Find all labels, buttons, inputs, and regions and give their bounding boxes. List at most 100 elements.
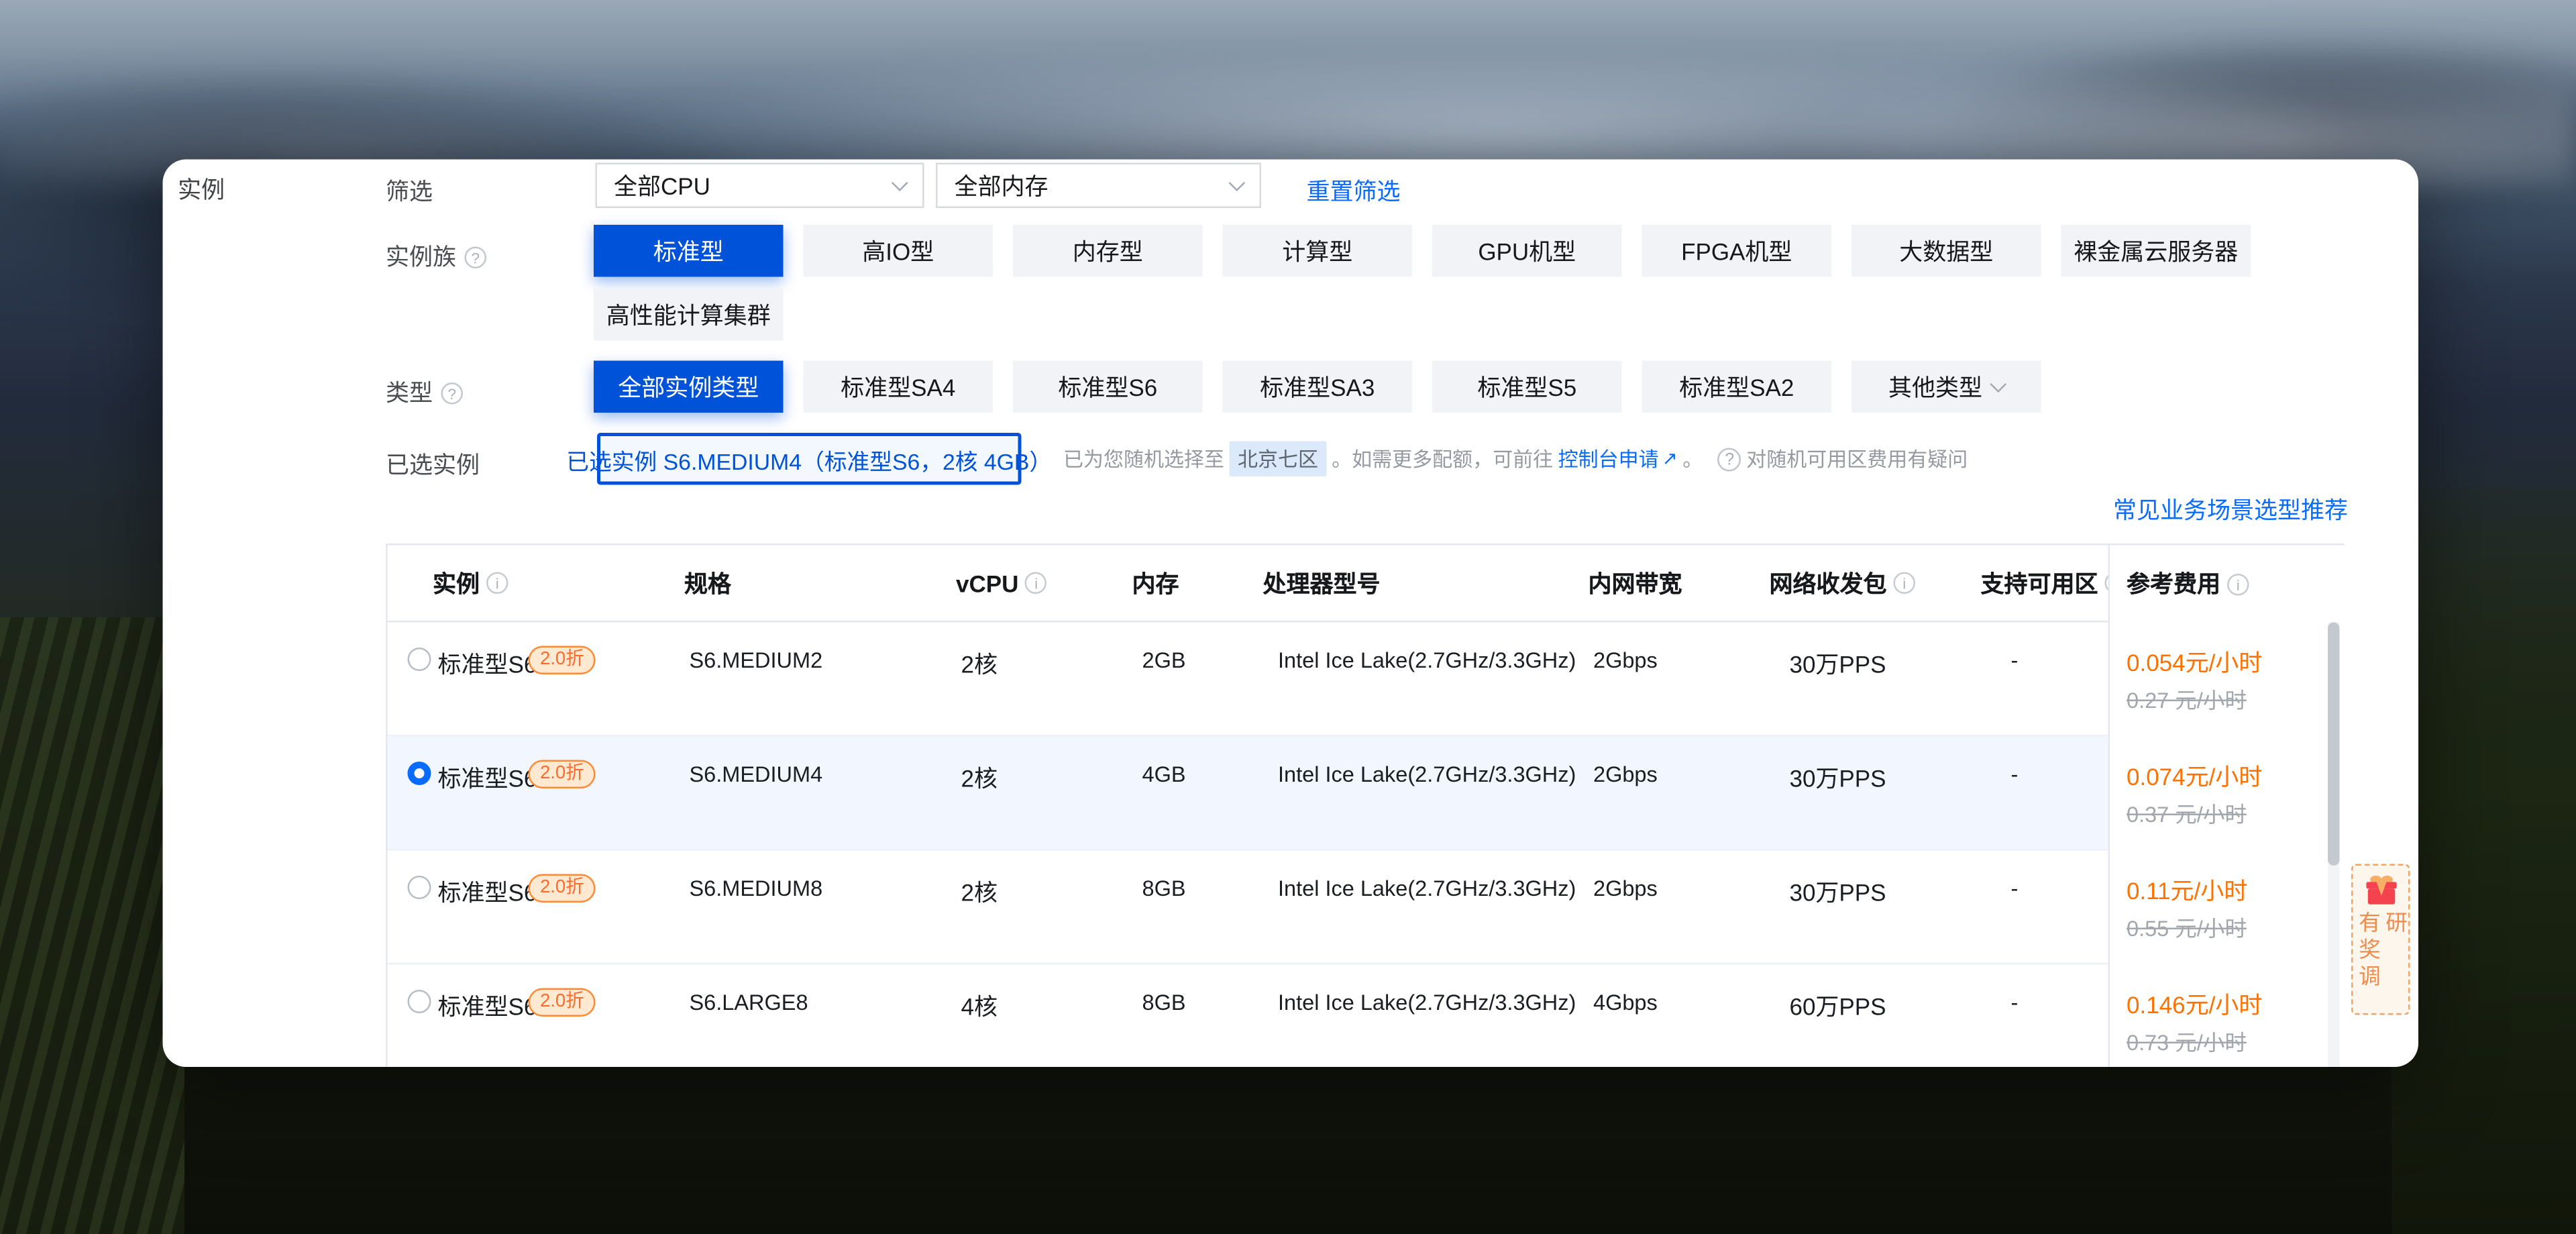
console-apply-link[interactable]: 控制台申请 bbox=[1558, 445, 1678, 474]
family-btn-compute[interactable]: 计算型 bbox=[1223, 225, 1413, 277]
col-header-pps: 网络收发包 bbox=[1770, 566, 1916, 600]
row-memory: 8GB bbox=[1142, 990, 1186, 1015]
selected-instance-label: 已选实例 bbox=[386, 448, 480, 482]
table-row[interactable]: 标准型S6 2.0折 S6.LARGE8 4核 8GB Intel Ice La… bbox=[388, 965, 2343, 1068]
row-radio[interactable] bbox=[408, 990, 431, 1013]
type-btn-s6[interactable]: 标准型S6 bbox=[1013, 361, 1203, 413]
type-btn-sa3[interactable]: 标准型SA3 bbox=[1223, 361, 1413, 413]
row-zone: - bbox=[2011, 990, 2019, 1015]
type-btn-other[interactable]: 其他类型 bbox=[1851, 361, 2041, 413]
row-spec: S6.LARGE8 bbox=[690, 990, 808, 1015]
family-btn-gpu[interactable]: GPU机型 bbox=[1432, 225, 1622, 277]
filter-label: 筛选 bbox=[386, 174, 433, 208]
discount-badge: 2.0折 bbox=[529, 988, 596, 1017]
row-radio-selected[interactable] bbox=[408, 762, 431, 785]
scrollbar-thumb[interactable] bbox=[2328, 623, 2340, 866]
price-original: 0.55 元/小时 bbox=[2127, 911, 2247, 943]
row-memory: 8GB bbox=[1142, 876, 1186, 901]
info-icon[interactable] bbox=[1025, 572, 1047, 595]
help-icon[interactable] bbox=[441, 382, 464, 404]
instance-selection-panel: 实例 筛选 全部CPU 全部内存 重置筛选 实例族 标准型 高IO型 内存型 计… bbox=[163, 160, 2419, 1068]
wallpaper-vineyard bbox=[0, 617, 184, 1234]
chevron-down-icon bbox=[1228, 174, 1245, 191]
row-bandwidth: 2Gbps bbox=[1593, 762, 1658, 787]
col-header-bandwidth: 内网带宽 bbox=[1589, 566, 1682, 600]
row-bandwidth: 2Gbps bbox=[1593, 876, 1658, 901]
row-vcpu: 4核 bbox=[961, 990, 998, 1023]
row-spec: S6.MEDIUM8 bbox=[690, 876, 823, 901]
memory-filter-select[interactable]: 全部内存 bbox=[936, 163, 1261, 209]
price-cell: 0.054元/小时 0.27 元/小时 bbox=[2127, 623, 2328, 737]
row-memory: 4GB bbox=[1142, 762, 1186, 787]
row-processor: Intel Ice Lake(2.7GHz/3.3GHz) bbox=[1278, 648, 1576, 673]
row-zone: - bbox=[2011, 648, 2019, 673]
family-btn-memory[interactable]: 内存型 bbox=[1013, 225, 1203, 277]
family-btn-standard[interactable]: 标准型 bbox=[594, 225, 784, 277]
row-zone: - bbox=[2011, 762, 2019, 787]
table-row-selected[interactable]: 标准型S6 2.0折 S6.MEDIUM4 2核 4GB Intel Ice L… bbox=[388, 737, 2343, 851]
question-icon[interactable] bbox=[1718, 447, 1741, 470]
scenario-recommend-link[interactable]: 常见业务场景选型推荐 bbox=[2113, 493, 2348, 527]
family-btn-fpga[interactable]: FPGA机型 bbox=[1642, 225, 1832, 277]
survey-label: 有奖调研 bbox=[2354, 911, 2408, 1013]
chevron-down-icon bbox=[1990, 376, 2006, 393]
row-name: 标准型S6 bbox=[438, 648, 537, 681]
family-btn-baremetal[interactable]: 裸金属云服务器 bbox=[2061, 225, 2251, 277]
survey-tab[interactable]: 有奖调研 bbox=[2351, 864, 2410, 1015]
col-header-spec: 规格 bbox=[684, 566, 731, 600]
price-cell: 0.074元/小时 0.37 元/小时 bbox=[2127, 737, 2328, 851]
row-bandwidth: 4Gbps bbox=[1593, 990, 1658, 1015]
type-btn-all[interactable]: 全部实例类型 bbox=[594, 361, 784, 413]
help-icon[interactable] bbox=[465, 246, 487, 268]
row-processor: Intel Ice Lake(2.7GHz/3.3GHz) bbox=[1278, 990, 1576, 1015]
price-original: 0.27 元/小时 bbox=[2127, 683, 2247, 715]
row-memory: 2GB bbox=[1142, 648, 1186, 673]
discount-badge: 2.0折 bbox=[529, 646, 596, 675]
price-original: 0.37 元/小时 bbox=[2127, 797, 2247, 829]
type-btn-s5[interactable]: 标准型S5 bbox=[1432, 361, 1622, 413]
info-icon[interactable] bbox=[2227, 573, 2249, 595]
row-name: 标准型S6 bbox=[438, 876, 537, 909]
reset-filters-link[interactable]: 重置筛选 bbox=[1307, 174, 1401, 208]
col-header-instance: 实例 bbox=[433, 566, 508, 600]
zone-chip[interactable]: 北京七区 bbox=[1230, 442, 1327, 477]
family-btn-hpc[interactable]: 高性能计算集群 bbox=[594, 289, 784, 341]
col-header-price: 参考费用 bbox=[2127, 567, 2249, 601]
gift-icon bbox=[2362, 874, 2399, 907]
row-name: 标准型S6 bbox=[438, 990, 537, 1023]
family-btn-bigdata[interactable]: 大数据型 bbox=[1851, 225, 2041, 277]
note-middle: 。如需更多配额，可前往 bbox=[1332, 445, 1553, 474]
discount-badge: 2.0折 bbox=[529, 760, 596, 789]
info-icon[interactable] bbox=[486, 572, 508, 595]
col-header-vcpu: vCPU bbox=[956, 570, 1047, 597]
table-row[interactable]: 标准型S6 2.0折 S6.MEDIUM8 2核 8GB Intel Ice L… bbox=[388, 851, 2343, 965]
table-scrollbar[interactable] bbox=[2328, 623, 2340, 1068]
row-vcpu: 2核 bbox=[961, 648, 998, 681]
desktop: 实例 筛选 全部CPU 全部内存 重置筛选 实例族 标准型 高IO型 内存型 计… bbox=[0, 0, 2576, 1234]
row-spec: S6.MEDIUM2 bbox=[690, 648, 823, 673]
row-bandwidth: 2Gbps bbox=[1593, 648, 1658, 673]
family-label: 实例族 bbox=[386, 240, 456, 274]
price-column: 参考费用 0.054元/小时 0.27 元/小时 0.074元/小时 0.37 … bbox=[2108, 546, 2347, 1068]
selected-instance-note: 已为您随机选择至 北京七区 。如需更多配额，可前往 控制台申请 。 对随机可用区… bbox=[1063, 433, 1968, 485]
selected-instance-box[interactable]: 已选实例 S6.MEDIUM4（标准型S6，2核 4GB） bbox=[597, 433, 1022, 485]
type-btn-sa4[interactable]: 标准型SA4 bbox=[804, 361, 994, 413]
row-zone: - bbox=[2011, 876, 2019, 901]
price-original: 0.73 元/小时 bbox=[2127, 1025, 2247, 1058]
type-btn-sa2[interactable]: 标准型SA2 bbox=[1642, 361, 1832, 413]
info-icon[interactable] bbox=[1894, 572, 1916, 595]
row-radio[interactable] bbox=[408, 876, 431, 899]
table-row[interactable]: 标准型S6 2.0折 S6.MEDIUM2 2核 2GB Intel Ice L… bbox=[388, 623, 2343, 737]
row-pps: 30万PPS bbox=[1790, 762, 1886, 795]
type-label: 类型 bbox=[386, 376, 433, 409]
row-pps: 60万PPS bbox=[1790, 990, 1886, 1023]
family-btn-high-io[interactable]: 高IO型 bbox=[804, 225, 994, 277]
chevron-down-icon bbox=[892, 174, 908, 191]
price-current: 0.146元/小时 bbox=[2127, 988, 2262, 1022]
wallpaper-forest bbox=[2392, 486, 2576, 1234]
note-suffix: 。 bbox=[1682, 445, 1703, 474]
row-radio[interactable] bbox=[408, 648, 431, 671]
zone-question: 对随机可用区费用有疑问 bbox=[1746, 445, 1968, 474]
type-label-row: 类型 bbox=[386, 376, 463, 409]
cpu-filter-select[interactable]: 全部CPU bbox=[596, 163, 924, 209]
